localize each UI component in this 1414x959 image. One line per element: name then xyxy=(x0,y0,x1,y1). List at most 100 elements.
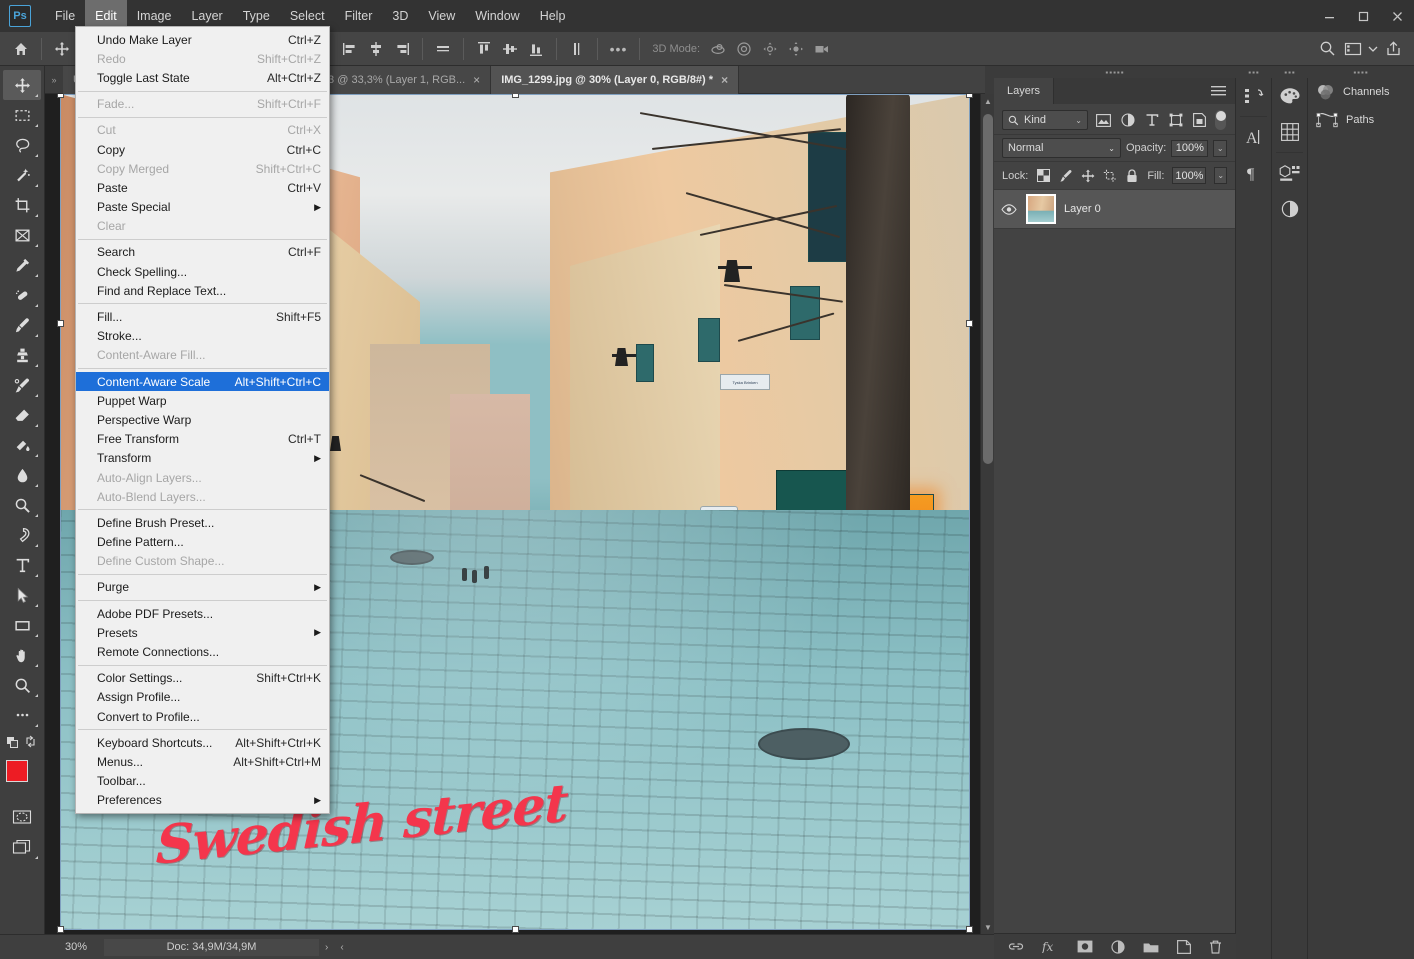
blur-tool[interactable] xyxy=(3,460,41,490)
opacity-slider-caret-icon[interactable]: ⌄ xyxy=(1213,139,1227,157)
align-right-edges-icon[interactable] xyxy=(389,36,415,62)
menu-item-perspective-warp[interactable]: Perspective Warp xyxy=(76,410,329,429)
menu-item-puppet-warp[interactable]: Puppet Warp xyxy=(76,391,329,410)
clone-stamp-tool[interactable] xyxy=(3,340,41,370)
history-icon[interactable] xyxy=(1236,78,1272,114)
layer-thumbnail[interactable] xyxy=(1026,194,1056,224)
menu-3d[interactable]: 3D xyxy=(382,0,418,32)
menu-item-presets[interactable]: Presets ▶ xyxy=(76,623,329,642)
menu-item-define-brush-preset[interactable]: Define Brush Preset... xyxy=(76,513,329,532)
menu-item-copy[interactable]: Copy Ctrl+C xyxy=(76,140,329,159)
menu-item-color-settings[interactable]: Color Settings... Shift+Ctrl+K xyxy=(76,669,329,688)
lock-all-icon[interactable] xyxy=(1125,168,1139,184)
status-back-arrow[interactable]: ‹ xyxy=(334,942,349,953)
menu-item-keyboard-shortcuts[interactable]: Keyboard Shortcuts... Alt+Shift+Ctrl+K xyxy=(76,733,329,752)
align-bottom-edges-icon[interactable] xyxy=(523,36,549,62)
menu-item-preferences[interactable]: Preferences ▶ xyxy=(76,791,329,810)
filter-enable-toggle[interactable] xyxy=(1215,110,1226,130)
panel-tab-channels[interactable]: Channels xyxy=(1308,78,1414,106)
pixel-filter-icon[interactable] xyxy=(1095,111,1112,129)
default-colors-icon[interactable] xyxy=(3,730,41,754)
menu-item-paste-special[interactable]: Paste Special ▶ xyxy=(76,198,329,217)
edit-menu-dropdown[interactable]: Undo Make Layer Ctrl+Z Redo Shift+Ctrl+Z Tog… xyxy=(75,26,330,814)
foreground-color-swatch[interactable] xyxy=(6,760,28,782)
eraser-tool[interactable] xyxy=(3,400,41,430)
screen-mode-icon[interactable] xyxy=(3,832,41,862)
pan-3d-icon[interactable] xyxy=(757,36,783,62)
close-icon[interactable] xyxy=(1380,0,1414,32)
scroll-down-icon[interactable]: ▼ xyxy=(981,920,995,934)
distribute-vertical-icon[interactable] xyxy=(564,36,590,62)
fill-slider-caret-icon[interactable]: ⌄ xyxy=(1214,167,1228,184)
color-swatches[interactable] xyxy=(3,758,41,794)
tab-close-icon[interactable]: × xyxy=(721,74,728,86)
rail1-collapse-handle[interactable]: ▪▪▪ xyxy=(1236,66,1272,78)
3d-panel-icon[interactable] xyxy=(1272,155,1308,191)
menu-item-fill[interactable]: Fill... Shift+F5 xyxy=(76,307,329,326)
layer-row-layer-0[interactable]: Layer 0 xyxy=(994,189,1235,229)
layers-collapse-handle[interactable]: ▪▪▪▪▪ xyxy=(994,66,1236,78)
menu-item-paste[interactable]: Paste Ctrl+V xyxy=(76,178,329,197)
panel-menu-icon[interactable] xyxy=(1211,78,1235,104)
pattern-grid-icon[interactable] xyxy=(1272,114,1308,150)
scroll-up-icon[interactable]: ▲ xyxy=(981,94,995,108)
chevron-down-icon[interactable]: ⌄ xyxy=(1075,116,1082,125)
dodge-tool[interactable] xyxy=(3,490,41,520)
add-layer-mask-icon[interactable] xyxy=(1077,940,1093,953)
home-icon[interactable] xyxy=(8,36,34,62)
align-top-edges-icon[interactable] xyxy=(471,36,497,62)
panel-tab-paths[interactable]: Paths xyxy=(1308,106,1414,134)
align-horizontal-centers-icon[interactable] xyxy=(363,36,389,62)
align-left-edges-icon[interactable] xyxy=(337,36,363,62)
spot-healing-brush-tool[interactable] xyxy=(3,280,41,310)
menu-item-search[interactable]: Search Ctrl+F xyxy=(76,243,329,262)
slide-3d-icon[interactable] xyxy=(783,36,809,62)
search-icon[interactable] xyxy=(1314,36,1340,62)
menu-item-content-aware-scale[interactable]: Content-Aware Scale Alt+Shift+Ctrl+C xyxy=(76,372,329,392)
layer-style-fx-icon[interactable]: fx xyxy=(1042,940,1059,953)
lasso-tool[interactable] xyxy=(3,130,41,160)
menu-item-assign-profile[interactable]: Assign Profile... xyxy=(76,688,329,707)
edit-toolbar-tool[interactable] xyxy=(3,700,41,730)
menu-view[interactable]: View xyxy=(418,0,465,32)
layer-name-label[interactable]: Layer 0 xyxy=(1064,203,1101,215)
rectangle-tool[interactable] xyxy=(3,610,41,640)
channels-collapse-handle[interactable]: ▪▪▪▪ xyxy=(1308,66,1414,78)
minimize-icon[interactable] xyxy=(1312,0,1346,32)
shape-filter-icon[interactable] xyxy=(1167,111,1184,129)
tab-layers[interactable]: Layers xyxy=(994,78,1055,104)
blend-mode-select[interactable]: Normal ⌄ xyxy=(1002,138,1121,158)
menu-item-toggle-last-state[interactable]: Toggle Last State Alt+Ctrl+Z xyxy=(76,68,329,87)
rail2-collapse-handle[interactable]: ▪▪▪ xyxy=(1272,66,1308,78)
color-swatches-icon[interactable] xyxy=(1272,78,1308,114)
lock-position-icon[interactable] xyxy=(1081,168,1095,184)
opacity-value-field[interactable]: 100% xyxy=(1171,139,1209,157)
adjustments-icon[interactable] xyxy=(1272,191,1308,227)
character-icon[interactable]: A xyxy=(1236,119,1272,155)
frame-tool[interactable] xyxy=(3,220,41,250)
canvas-vertical-scrollbar[interactable]: ▲ ▼ xyxy=(980,94,994,934)
paragraph-icon[interactable]: ¶ xyxy=(1236,155,1272,191)
path-selection-tool[interactable] xyxy=(3,580,41,610)
tab-close-icon[interactable]: × xyxy=(473,74,480,86)
rectangular-marquee-tool[interactable] xyxy=(3,100,41,130)
pen-tool[interactable] xyxy=(3,520,41,550)
crop-tool[interactable] xyxy=(3,190,41,220)
magic-wand-tool[interactable] xyxy=(3,160,41,190)
menu-item-remote-connections[interactable]: Remote Connections... xyxy=(76,642,329,661)
delete-layer-icon[interactable] xyxy=(1209,940,1222,954)
distribute-horizontal-icon[interactable] xyxy=(430,36,456,62)
menu-item-define-pattern[interactable]: Define Pattern... xyxy=(76,533,329,552)
layer-filter-kind-select[interactable]: Kind ⌄ xyxy=(1002,110,1088,130)
type-tool[interactable] xyxy=(3,550,41,580)
document-tab-img-1299[interactable]: IMG_1299.jpg @ 30% (Layer 0, RGB/8#) * × xyxy=(491,66,740,94)
menu-item-find-and-replace-text[interactable]: Find and Replace Text... xyxy=(76,281,329,300)
status-forward-arrow[interactable]: › xyxy=(319,942,334,953)
new-layer-icon[interactable] xyxy=(1177,939,1191,954)
chevron-down-icon[interactable]: ⌄ xyxy=(1108,144,1115,153)
menu-item-free-transform[interactable]: Free Transform Ctrl+T xyxy=(76,430,329,449)
more-options-button[interactable]: ••• xyxy=(605,41,633,57)
quick-mask-icon[interactable] xyxy=(3,802,41,832)
lock-transparent-pixels-icon[interactable] xyxy=(1036,168,1050,184)
gradient-tool[interactable] xyxy=(3,430,41,460)
